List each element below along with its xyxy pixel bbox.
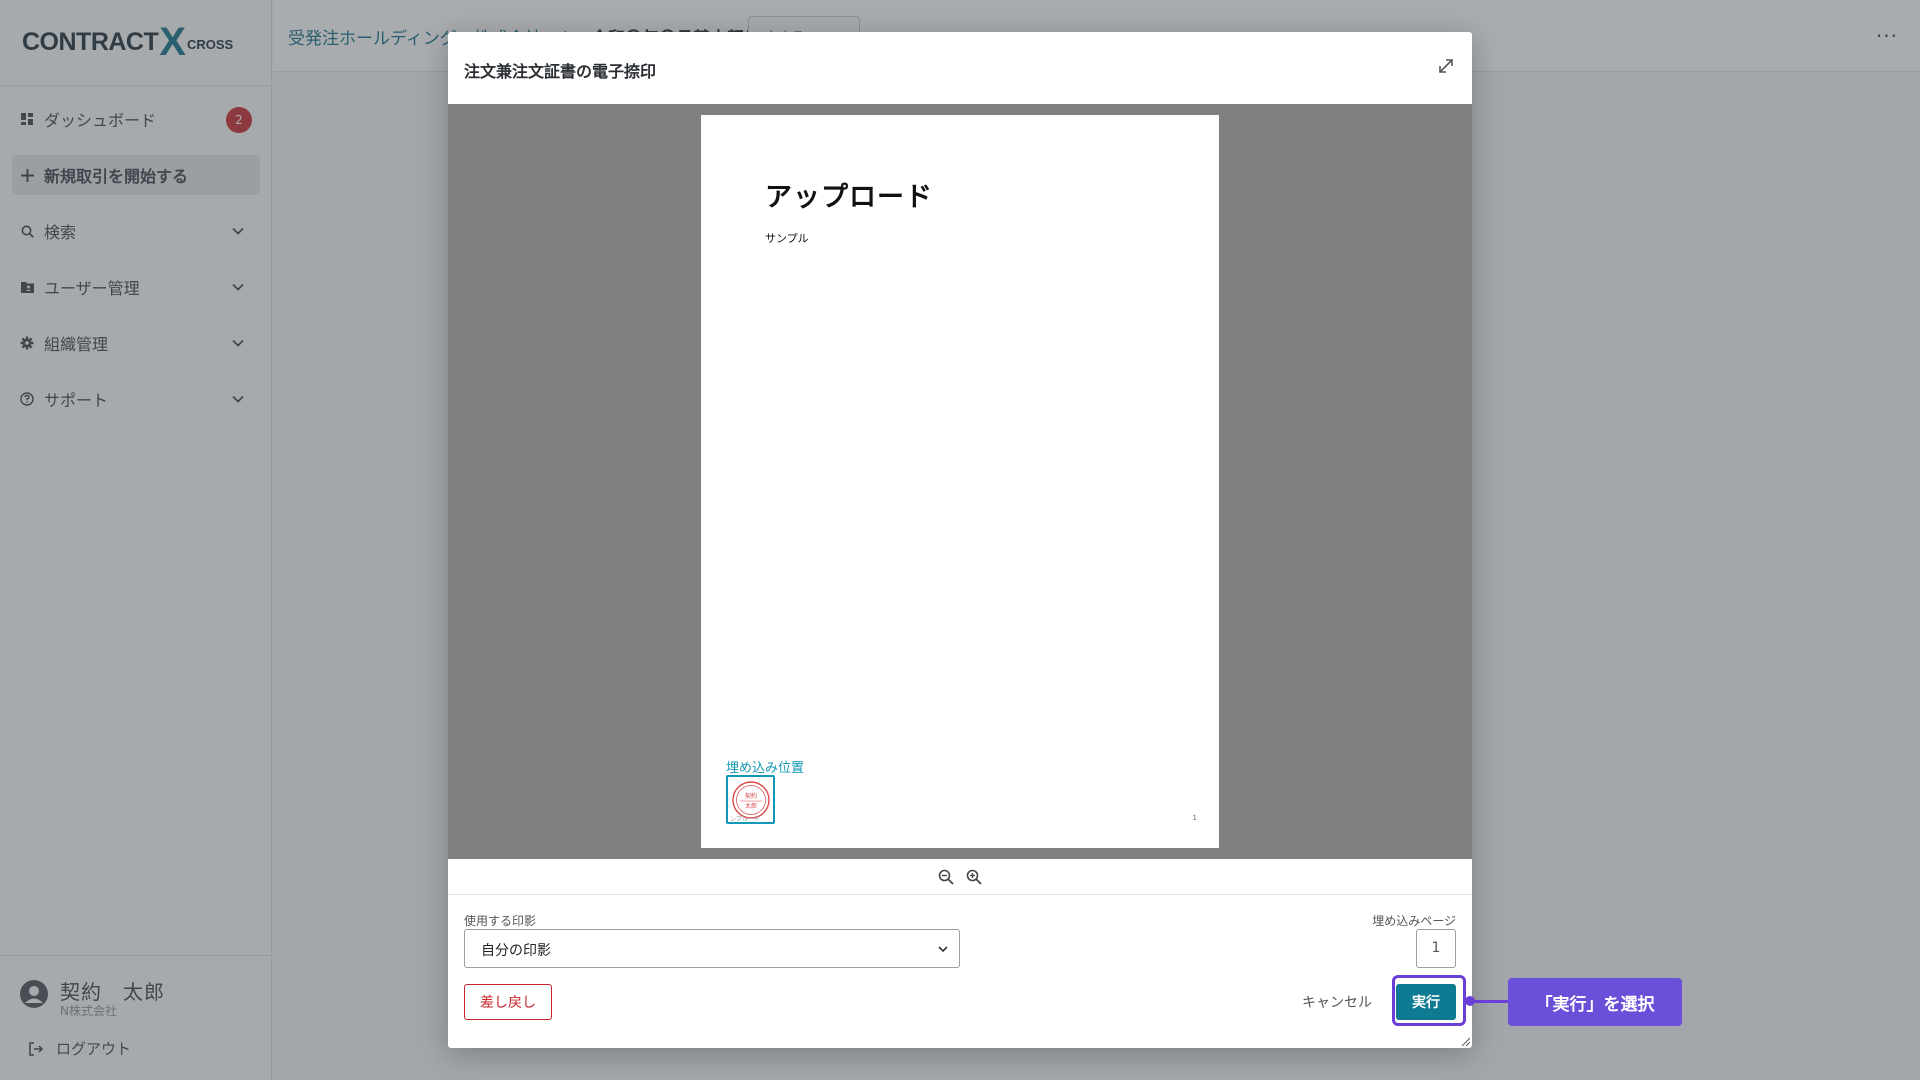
document-page: アップロード サンプル 埋め込み位置 契約 太郎 ンプルード 1 — [701, 115, 1219, 848]
seal-select-value: 自分の印影 — [481, 943, 551, 959]
cancel-button[interactable]: キャンセル — [1302, 992, 1372, 1012]
seal-select-label: 使用する印影 — [464, 914, 537, 928]
stamp-text-bottom: 太郎 — [744, 802, 756, 810]
callout-pointer-line — [1468, 1000, 1508, 1003]
embed-page-input[interactable]: 1 — [1416, 929, 1456, 968]
zoom-out-icon[interactable] — [937, 868, 955, 886]
stamp-modal: 注文兼注文証書の電子捺印 アップロード サンプル 埋め込み位置 契約 太郎 ンプ… — [448, 32, 1472, 1048]
embed-position-label: 埋め込み位置 — [726, 761, 805, 776]
modal-title: 注文兼注文証書の電子捺印 — [464, 62, 657, 81]
chevron-down-icon — [938, 946, 948, 953]
expand-icon[interactable] — [1436, 56, 1456, 76]
seal-select[interactable]: 自分の印影 — [464, 929, 960, 968]
callout-tooltip: 「実行」を選択 — [1508, 978, 1682, 1026]
stamp-ghost-text: ンプルード — [730, 816, 760, 823]
document-subtitle: サンプル — [765, 232, 809, 245]
resize-grip-icon[interactable] — [1460, 1036, 1470, 1046]
zoom-toolbar — [448, 859, 1472, 895]
stamp-placement[interactable]: 契約 太郎 ンプルード — [726, 775, 775, 824]
execute-button[interactable]: 実行 — [1396, 984, 1456, 1020]
document-title: アップロード — [765, 182, 933, 213]
document-viewer[interactable]: アップロード サンプル 埋め込み位置 契約 太郎 ンプルード 1 — [448, 104, 1472, 859]
page-number: 1 — [1192, 814, 1197, 822]
zoom-in-icon[interactable] — [965, 868, 983, 886]
embed-page-label: 埋め込みページ — [1372, 914, 1456, 928]
return-button[interactable]: 差し戻し — [464, 984, 552, 1020]
stamp-text-top: 契約 — [744, 792, 756, 800]
